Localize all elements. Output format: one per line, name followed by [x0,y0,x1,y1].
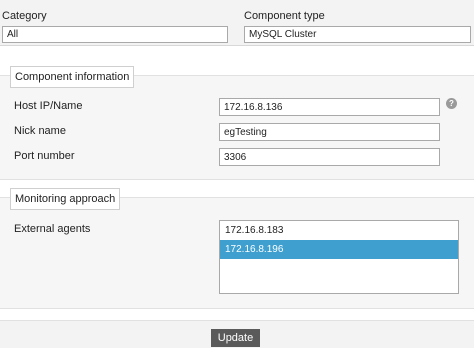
agent-option[interactable]: 172.16.8.183 [220,221,458,240]
agents-listbox[interactable]: 172.16.8.183 172.16.8.196 [219,220,459,294]
agents-label: External agents [14,223,91,235]
agent-option-selected[interactable]: 172.16.8.196 [220,240,458,259]
help-icon[interactable]: ? [446,98,457,109]
update-button[interactable]: Update [211,329,260,347]
nick-label: Nick name [14,125,66,137]
category-label: Category [2,10,47,22]
nick-field[interactable]: egTesting [219,123,440,141]
host-field[interactable]: 172.16.8.136 [219,98,440,116]
component-type-label: Component type [244,10,325,22]
component-type-select[interactable]: MySQL Cluster [244,26,471,43]
host-label: Host IP/Name [14,100,83,112]
category-select[interactable]: All [2,26,228,43]
footer-bar: Update [0,320,474,348]
component-info-legend: Component information [10,66,135,88]
monitoring-legend: Monitoring approach [10,188,121,210]
port-field[interactable]: 3306 [219,148,440,166]
top-panel: Category All Component type MySQL Cluste… [0,0,474,46]
port-label: Port number [14,150,75,162]
